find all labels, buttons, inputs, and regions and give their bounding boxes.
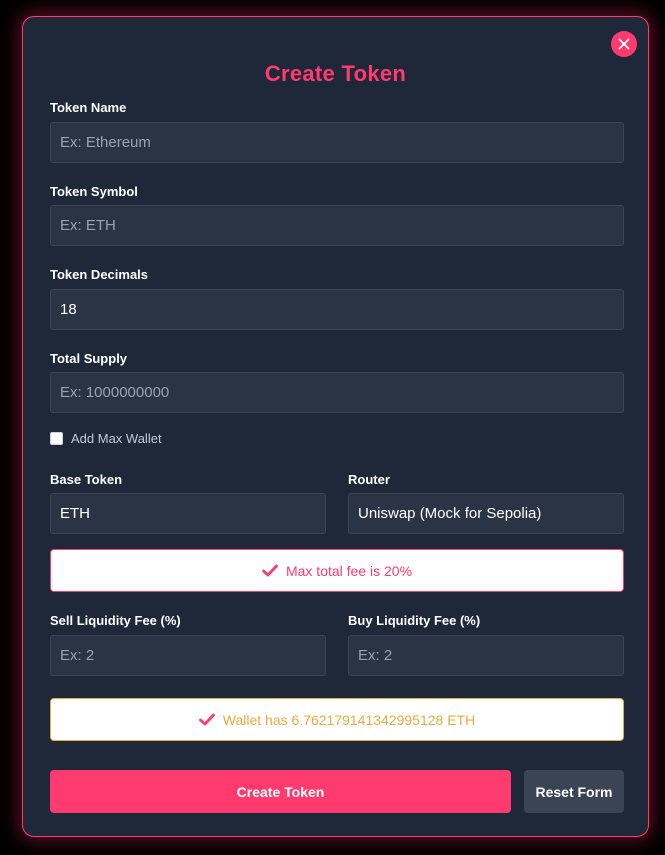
base-token-select[interactable] (50, 493, 326, 534)
token-decimals-label: Token Decimals (50, 267, 149, 282)
base-token-label: Base Token (50, 472, 123, 487)
total-supply-label: Total Supply (50, 351, 128, 366)
wallet-balance-text: Wallet has 6.762179141342995128 ETH (222, 711, 476, 728)
close-button[interactable] (611, 31, 637, 57)
create-token-modal: Create Token Token Name Token Symbol Tok… (22, 16, 649, 837)
max-fee-text: Max total fee is 20% (285, 562, 413, 579)
router-select[interactable] (348, 493, 624, 534)
check-icon (262, 564, 278, 577)
sell-liquidity-fee-input[interactable] (50, 635, 326, 676)
max-wallet-checkbox[interactable] (50, 432, 63, 445)
buy-liquidity-fee-label: Buy Liquidity Fee (%) (348, 613, 481, 628)
create-token-button[interactable]: Create Token (50, 770, 511, 813)
total-supply-input[interactable] (50, 372, 624, 413)
check-icon (198, 713, 215, 726)
buy-liquidity-fee-input[interactable] (348, 635, 624, 676)
close-icon (618, 38, 630, 50)
router-label: Router (348, 472, 390, 487)
token-decimals-input[interactable] (50, 289, 624, 330)
token-name-input[interactable] (50, 122, 624, 163)
token-symbol-input[interactable] (50, 205, 624, 246)
wallet-balance-notice: Wallet has 6.762179141342995128 ETH (50, 698, 624, 741)
sell-liquidity-fee-label: Sell Liquidity Fee (%) (50, 613, 181, 628)
reset-form-button[interactable]: Reset Form (524, 770, 624, 813)
max-wallet-row: Add Max Wallet (50, 431, 162, 446)
token-symbol-label: Token Symbol (50, 184, 138, 199)
modal-title: Create Token (264, 61, 407, 86)
max-wallet-label: Add Max Wallet (71, 431, 162, 446)
token-name-label: Token Name (50, 100, 127, 115)
max-fee-notice: Max total fee is 20% (50, 549, 624, 592)
